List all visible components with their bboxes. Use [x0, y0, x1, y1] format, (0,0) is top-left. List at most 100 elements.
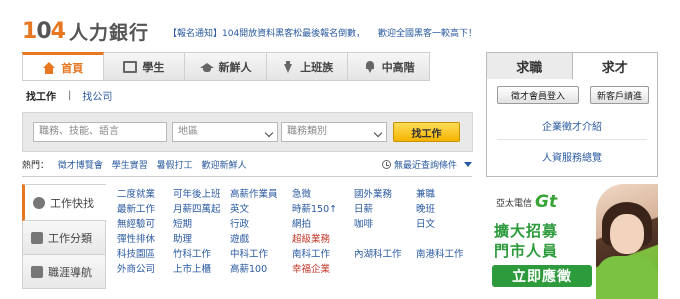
quick-link[interactable]: 咖啡: [354, 219, 416, 231]
quick-link[interactable]: 可年後上班: [173, 189, 230, 201]
tie-icon: [281, 60, 295, 73]
quick-link-empty: [354, 234, 416, 246]
quick-link[interactable]: 竹科工作: [173, 249, 230, 261]
quick-link[interactable]: 遊戲: [230, 234, 292, 246]
ad-banner[interactable]: 亞太電信 Gt 擴大招募 門市人員 立即應徵: [486, 184, 658, 299]
quick-link[interactable]: 南港科工作: [416, 249, 476, 261]
quick-links-grid: 二度就業 可年後上班 高薪作業員 急徵 國外業務 兼職 最新工作 月薪四萬起 英文 時薪150↑ 日…: [117, 189, 476, 276]
find-job-button[interactable]: 找工作: [393, 122, 460, 142]
tab-job-seeker[interactable]: 求職: [486, 53, 573, 79]
quick-link[interactable]: 日薪: [354, 204, 416, 216]
nav-label: 工作快找: [50, 196, 94, 210]
tab-home[interactable]: 首頁: [22, 52, 104, 81]
tab-label: 上班族: [300, 60, 334, 74]
logo[interactable]: 104 人力銀行: [22, 18, 149, 44]
quick-link[interactable]: 助理: [173, 234, 230, 246]
nav-career-guide[interactable]: 職涯導航: [22, 255, 106, 289]
search-mode-tabs: 找工作 | 找公司: [26, 88, 112, 103]
ad-brand-name: 亞太電信: [496, 198, 533, 209]
announcement-text[interactable]: 【報名通知】104開放資料黑客松最後報名倒數，: [168, 26, 365, 39]
hot-label: 熱門：: [22, 161, 50, 171]
quick-link[interactable]: 上市上櫃: [173, 264, 230, 276]
announcement-link[interactable]: 歡迎全國黑客一較高下！: [378, 26, 477, 39]
quick-link[interactable]: 科技園區: [117, 249, 173, 261]
quick-link[interactable]: 中科工作: [230, 249, 292, 261]
quick-link[interactable]: 急徵: [292, 189, 354, 201]
nav-job-category[interactable]: 工作分類: [22, 221, 106, 255]
logo-digit: 0: [36, 18, 51, 44]
ad-model-face: [610, 214, 644, 254]
quick-link-empty: [416, 264, 476, 276]
ad-brand-logo: Gt: [535, 192, 558, 212]
quick-link[interactable]: 彈性排休: [117, 234, 173, 246]
tab-office-worker[interactable]: 上班族: [266, 52, 349, 81]
graduation-cap-icon: [199, 61, 214, 73]
ad-headline-2: 門市人員: [494, 242, 559, 260]
panel-divider: [497, 139, 647, 140]
nav-quick-search[interactable]: 工作快找: [22, 184, 106, 221]
quick-link[interactable]: 晚班: [416, 204, 476, 216]
nav-label: 職涯導航: [48, 265, 92, 279]
quick-link[interactable]: 無經驗可: [117, 219, 173, 231]
quick-link[interactable]: 短期: [173, 219, 230, 231]
quick-link[interactable]: 外商公司: [117, 264, 173, 276]
right-tabs: 求職 求才: [486, 52, 658, 79]
job-category-select[interactable]: 職務類別: [281, 122, 387, 142]
quick-link[interactable]: 超級業務: [292, 234, 354, 246]
logo-number: 104: [22, 18, 66, 44]
quick-link-empty: [416, 234, 476, 246]
book-icon: [123, 60, 138, 73]
tab-underline: [22, 80, 430, 81]
navigation-icon: [31, 265, 43, 278]
subtab-find-company[interactable]: 找公司: [82, 88, 112, 103]
tab-label: 中高階: [381, 60, 415, 74]
category-icon: [31, 231, 43, 244]
quick-link[interactable]: 日文: [416, 219, 476, 231]
recent-search-dropdown[interactable]: 無最近查詢條件: [382, 158, 473, 171]
hot-link[interactable]: 徵才博覽會: [58, 161, 103, 171]
ad-headline-1: 擴大招募: [494, 222, 559, 240]
new-client-button[interactable]: 新客戶請進: [590, 86, 649, 104]
employer-login-button[interactable]: 徵才會員登入: [497, 86, 579, 104]
logo-text: 人力銀行: [68, 21, 149, 44]
clock-icon: [382, 160, 391, 169]
hot-link[interactable]: 歡迎新鮮人: [202, 161, 247, 171]
apply-now-button[interactable]: 立即應徵: [492, 265, 592, 287]
quick-link[interactable]: 時薪150↑: [292, 204, 354, 216]
search-panel: 職務、技能、語言 地區 職務類別 找工作: [22, 112, 473, 152]
chevron-down-icon: [464, 162, 473, 167]
home-icon: [42, 62, 56, 74]
tab-student[interactable]: 學生: [103, 52, 186, 81]
tab-graduate[interactable]: 新鮮人: [185, 52, 267, 81]
employer-panel: 徵才會員登入 新客戶請進 企業徵才介紹 人資服務總覽: [486, 79, 658, 177]
area-select[interactable]: 地區: [172, 122, 278, 142]
quick-link[interactable]: 月薪四萬起: [173, 204, 230, 216]
quick-link[interactable]: 高薪100: [230, 264, 292, 276]
recent-search-label: 無最近查詢條件: [394, 161, 458, 171]
quick-link[interactable]: 兼職: [416, 189, 476, 201]
quick-link[interactable]: 二度就業: [117, 189, 173, 201]
quick-link[interactable]: 英文: [230, 204, 292, 216]
quick-link-empty: [354, 264, 416, 276]
subtab-find-job[interactable]: 找工作: [26, 88, 56, 103]
section-divider: [22, 176, 472, 177]
quick-link[interactable]: 南科工作: [292, 249, 354, 261]
quick-link[interactable]: 內湖科工作: [354, 249, 416, 261]
hot-links: 熱門： 徵才博覽會 學生實習 暑假打工 歡迎新鮮人: [22, 158, 247, 171]
tab-employer[interactable]: 求才: [572, 53, 658, 79]
keyword-input[interactable]: 職務、技能、語言: [33, 122, 167, 142]
quick-link[interactable]: 國外業務: [354, 189, 416, 201]
quick-link[interactable]: 幸福企業: [292, 264, 354, 276]
tab-label: 學生: [142, 60, 165, 74]
hot-link[interactable]: 暑假打工: [157, 161, 193, 171]
quick-link[interactable]: 網拍: [292, 219, 354, 231]
quick-link[interactable]: 高薪作業員: [230, 189, 292, 201]
hr-services-link[interactable]: 人資服務總覽: [487, 149, 657, 164]
quick-link[interactable]: 最新工作: [117, 204, 173, 216]
subtab-separator: |: [68, 90, 72, 101]
main-tabs: 首頁 學生 新鮮人 上班族 中高階: [22, 52, 430, 81]
quick-link[interactable]: 行政: [230, 219, 292, 231]
tab-executive[interactable]: 中高階: [348, 52, 430, 81]
employer-recruitment-link[interactable]: 企業徵才介紹: [487, 118, 657, 133]
hot-link[interactable]: 學生實習: [112, 161, 148, 171]
